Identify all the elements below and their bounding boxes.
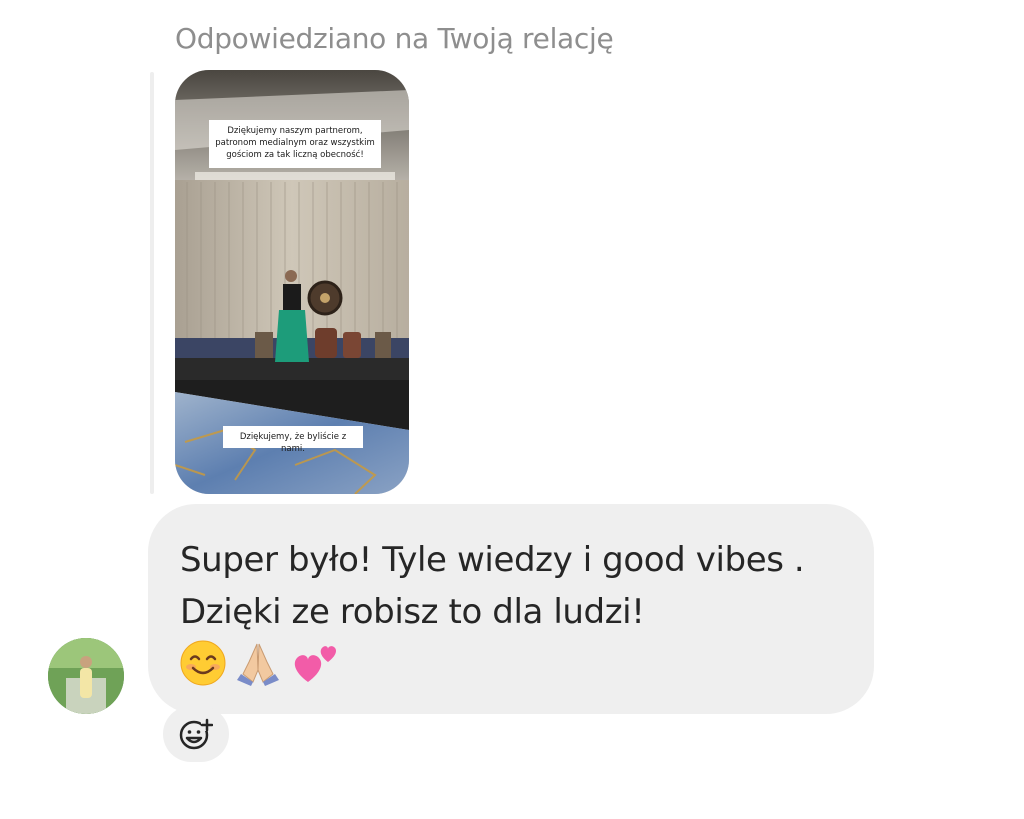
emoji-row [180, 640, 842, 692]
story-preview[interactable]: Dziękujemy naszym partnerom, patronom me… [175, 70, 409, 494]
folded-hands-emoji [237, 643, 280, 686]
story-caption-bottom: Dziękujemy, że byliście z nami. [223, 426, 363, 454]
message-bubble[interactable]: Super było! Tyle wiedzy i good vibes . D… [148, 504, 874, 714]
story-caption-top: Dziękujemy naszym partnerom, patronom me… [209, 120, 381, 168]
reply-context-label: Odpowiedziano na Twoją relację [175, 22, 614, 55]
reply-quote-bar [150, 72, 154, 494]
user-avatar-image [48, 638, 124, 714]
two-hearts-emoji [294, 646, 337, 682]
message-text: Super było! Tyle wiedzy i good vibes . D… [180, 540, 805, 632]
smiling-face-emoji [180, 640, 226, 686]
add-reaction-icon [179, 718, 213, 750]
avatar[interactable] [48, 638, 124, 714]
add-reaction-button[interactable] [163, 706, 229, 762]
